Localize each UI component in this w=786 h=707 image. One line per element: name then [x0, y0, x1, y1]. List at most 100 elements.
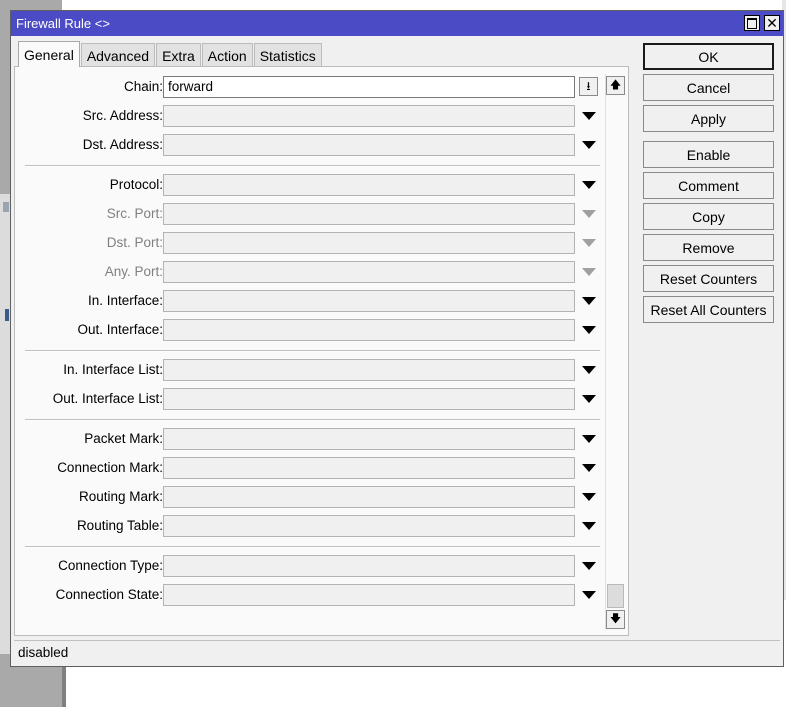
divider [25, 350, 600, 352]
in-interface-list-label: In. Interface List: [63, 362, 163, 377]
any-port-label: Any. Port: [104, 264, 163, 279]
connection-type-row: Connection Type: [15, 555, 615, 577]
protocol-label: Protocol: [109, 177, 163, 192]
tab-action[interactable]: Action [201, 43, 253, 67]
triangle-down-icon[interactable] [582, 181, 596, 189]
dst-address-row: Dst. Address: [15, 134, 615, 156]
panel-scrollbar[interactable]: 🡅 🡇 [605, 74, 625, 630]
routing-mark-field[interactable] [163, 486, 575, 508]
routing-mark-label: Routing Mark: [78, 489, 163, 504]
cancel-button[interactable]: Cancel [643, 74, 774, 101]
triangle-down-icon[interactable] [582, 522, 596, 530]
triangle-down-icon [582, 268, 596, 276]
out-interface-label: Out. Interface: [77, 322, 163, 337]
triangle-down-icon[interactable] [582, 326, 596, 334]
dst-port-field [163, 232, 575, 254]
divider [25, 419, 600, 421]
triangle-down-icon[interactable] [582, 464, 596, 472]
chain-dropdown-button[interactable]: ⭳ [579, 77, 598, 96]
reset-counters-button[interactable]: Reset Counters [643, 265, 774, 292]
in-interface-list-field[interactable] [163, 359, 575, 381]
triangle-down-icon[interactable] [582, 141, 596, 149]
out-interface-list-label: Out. Interface List: [52, 391, 163, 406]
firewall-rule-dialog: Firewall Rule <> ✕ General Advanced Extr… [10, 10, 784, 667]
routing-table-field[interactable] [163, 515, 575, 537]
divider [25, 546, 600, 548]
ok-button[interactable]: OK [643, 43, 774, 70]
triangle-down-icon[interactable] [582, 366, 596, 374]
tab-extra[interactable]: Extra [156, 43, 201, 67]
src-port-row: Src. Port: [15, 203, 615, 225]
arrow-down-bar-icon: ⭳ [586, 79, 591, 93]
tab-general[interactable]: General [18, 41, 80, 67]
dst-address-field[interactable] [163, 134, 575, 156]
scrollbar-thumb[interactable] [607, 584, 624, 608]
out-interface-field[interactable] [163, 319, 575, 341]
apply-button[interactable]: Apply [643, 105, 774, 132]
tab-advanced[interactable]: Advanced [80, 43, 156, 67]
src-port-field [163, 203, 575, 225]
out-interface-list-field[interactable] [163, 388, 575, 410]
status-text: disabled [18, 645, 69, 660]
triangle-down-icon[interactable] [582, 591, 596, 599]
comment-button[interactable]: Comment [643, 172, 774, 199]
connection-mark-field[interactable] [163, 457, 575, 479]
close-icon[interactable]: ✕ [764, 15, 780, 31]
triangle-down-icon [582, 239, 596, 247]
arrow-down-icon[interactable]: 🡇 [606, 610, 625, 629]
connection-state-label: Connection State: [55, 587, 163, 602]
status-bar: disabled [14, 640, 780, 664]
background-app-list [62, 667, 786, 707]
in-interface-label: In. Interface: [87, 293, 163, 308]
maximize-icon[interactable] [744, 15, 760, 31]
connection-type-field[interactable] [163, 555, 575, 577]
tab-bar: General Advanced Extra Action Statistics [18, 41, 323, 67]
triangle-down-icon[interactable] [582, 493, 596, 501]
in-interface-list-row: In. Interface List: [15, 359, 615, 381]
triangle-down-icon[interactable] [582, 297, 596, 305]
dst-address-label: Dst. Address: [82, 137, 163, 152]
remove-button[interactable]: Remove [643, 234, 774, 261]
connection-mark-label: Connection Mark: [57, 460, 163, 475]
dst-port-label: Dst. Port: [106, 235, 163, 250]
dst-port-row: Dst. Port: [15, 232, 615, 254]
triangle-down-icon[interactable] [582, 435, 596, 443]
out-interface-row: Out. Interface: [15, 319, 615, 341]
triangle-down-icon[interactable] [582, 562, 596, 570]
packet-mark-field[interactable] [163, 428, 575, 450]
triangle-down-icon[interactable] [582, 112, 596, 120]
arrow-up-icon[interactable]: 🡅 [606, 76, 625, 95]
triangle-down-icon [582, 210, 596, 218]
any-port-row: Any. Port: [15, 261, 615, 283]
connection-state-field[interactable] [163, 584, 575, 606]
connection-mark-row: Connection Mark: [15, 457, 615, 479]
window-title: Firewall Rule <> [16, 16, 110, 31]
in-interface-field[interactable] [163, 290, 575, 312]
tab-statistics[interactable]: Statistics [253, 43, 322, 67]
chain-row: Chain: forward ⭳ [15, 76, 615, 98]
packet-mark-row: Packet Mark: [15, 428, 615, 450]
any-port-field [163, 261, 575, 283]
chain-field[interactable]: forward [163, 76, 575, 98]
copy-button[interactable]: Copy [643, 203, 774, 230]
title-bar[interactable]: Firewall Rule <> ✕ [11, 11, 783, 36]
src-address-field[interactable] [163, 105, 575, 127]
protocol-row: Protocol: [15, 174, 615, 196]
general-tab-panel: Chain: forward ⭳ Src. Address: Dst. Addr… [14, 66, 629, 636]
src-port-label: Src. Port: [106, 206, 163, 221]
triangle-down-icon[interactable] [582, 395, 596, 403]
in-interface-row: In. Interface: [15, 290, 615, 312]
connection-type-label: Connection Type: [58, 558, 163, 573]
protocol-field[interactable] [163, 174, 575, 196]
src-address-row: Src. Address: [15, 105, 615, 127]
out-interface-list-row: Out. Interface List: [15, 388, 615, 410]
packet-mark-label: Packet Mark: [84, 431, 163, 446]
chain-label: Chain: [123, 79, 163, 94]
connection-state-row: Connection State: [15, 584, 615, 606]
routing-table-row: Routing Table: [15, 515, 615, 537]
divider [25, 165, 600, 167]
src-address-label: Src. Address: [82, 108, 163, 123]
enable-button[interactable]: Enable [643, 141, 774, 168]
routing-mark-row: Routing Mark: [15, 486, 615, 508]
reset-all-counters-button[interactable]: Reset All Counters [643, 296, 774, 323]
